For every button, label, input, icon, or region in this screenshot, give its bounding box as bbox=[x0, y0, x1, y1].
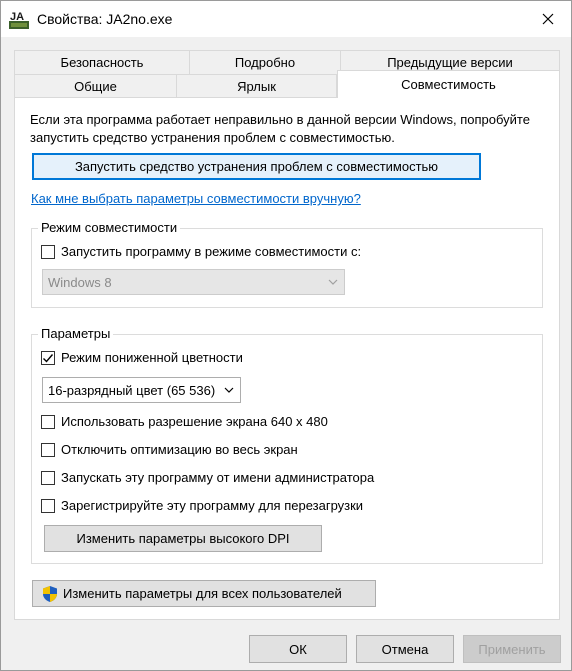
button-label: Применить bbox=[478, 641, 546, 657]
compat-mode-group: Режим совместимости Запустить программу … bbox=[31, 220, 543, 308]
checkbox-label: Запускать эту программу от имени админис… bbox=[61, 470, 375, 485]
manual-settings-link[interactable]: Как мне выбрать параметры совместимости … bbox=[31, 191, 361, 206]
checkbox-label: Отключить оптимизацию во весь экран bbox=[61, 442, 298, 457]
checkbox-label: Режим пониженной цветности bbox=[61, 350, 243, 365]
tab-compatibility[interactable]: Совместимость bbox=[337, 70, 560, 98]
color-depth-select[interactable]: 16-разрядный цвет (65 536) bbox=[42, 377, 241, 403]
checkbox-box[interactable] bbox=[41, 350, 55, 365]
tab-details[interactable]: Подробно bbox=[189, 50, 341, 74]
ok-button[interactable]: ОК bbox=[249, 635, 347, 663]
checkbox-label: Зарегистрируйте эту программу для переза… bbox=[61, 498, 364, 513]
tab-label: Безопасность bbox=[60, 55, 144, 70]
disable-fullscreen-opt-checkbox[interactable]: Отключить оптимизацию во весь экран bbox=[41, 442, 298, 457]
register-restart-checkbox[interactable]: Зарегистрируйте эту программу для переза… bbox=[41, 498, 363, 513]
checkbox-label: Запустить программу в режиме совместимос… bbox=[61, 244, 362, 259]
button-label: Запустить средство устранения проблем с … bbox=[74, 159, 439, 174]
checkbox-box[interactable] bbox=[41, 244, 55, 259]
intro-text: Если эта программа работает неправильно … bbox=[30, 112, 530, 145]
tab-label: Предыдущие версии bbox=[387, 55, 513, 70]
window-title: Свойства: JA2no.exe bbox=[37, 11, 173, 27]
settings-legend: Параметры bbox=[38, 326, 114, 341]
compat-mode-legend: Режим совместимости bbox=[38, 220, 181, 235]
compatibility-panel: Если эта программа работает неправильно … bbox=[14, 97, 560, 620]
apply-button[interactable]: Применить bbox=[463, 635, 561, 663]
tab-label: Совместимость bbox=[401, 77, 496, 92]
tab-security[interactable]: Безопасность bbox=[14, 50, 190, 74]
button-label: Изменить параметры высокого DPI bbox=[76, 531, 290, 546]
run-as-admin-checkbox[interactable]: Запускать эту программу от имени админис… bbox=[41, 470, 374, 485]
app-icon-label: JA bbox=[10, 11, 24, 23]
button-label: Изменить параметры для всех пользователе… bbox=[63, 586, 342, 601]
settings-group: Параметры Режим пониженной цветности 16-… bbox=[31, 326, 543, 564]
select-value: Windows 8 bbox=[48, 274, 112, 290]
button-label: ОК bbox=[289, 641, 307, 657]
properties-window: JA Свойства: JA2no.exe Безопасность Подр… bbox=[0, 0, 572, 671]
res-640-checkbox[interactable]: Использовать разрешение экрана 640 x 480 bbox=[41, 414, 328, 429]
run-troubleshooter-button[interactable]: Запустить средство устранения проблем с … bbox=[32, 153, 481, 180]
compat-os-select[interactable]: Windows 8 bbox=[42, 269, 345, 295]
app-icon: JA bbox=[9, 9, 29, 29]
button-label: Отмена bbox=[381, 641, 429, 657]
tab-label: Общие bbox=[74, 79, 117, 94]
checkbox-box[interactable] bbox=[41, 414, 55, 429]
tab-label: Ярлык bbox=[237, 79, 276, 94]
checkbox-label: Использовать разрешение экрана 640 x 480 bbox=[61, 414, 328, 429]
checkbox-box[interactable] bbox=[41, 498, 55, 513]
all-users-settings-button[interactable]: Изменить параметры для всех пользователе… bbox=[32, 580, 376, 607]
tab-label: Подробно bbox=[234, 55, 296, 70]
reduced-color-checkbox[interactable]: Режим пониженной цветности bbox=[41, 350, 243, 365]
select-value: 16-разрядный цвет (65 536) bbox=[48, 382, 216, 398]
close-button[interactable] bbox=[525, 1, 571, 37]
close-icon bbox=[542, 13, 554, 25]
checkbox-box[interactable] bbox=[41, 470, 55, 485]
tab-shortcut[interactable]: Ярлык bbox=[176, 74, 337, 98]
checkbox-box[interactable] bbox=[41, 442, 55, 457]
checkmark-icon bbox=[43, 353, 54, 363]
cancel-button[interactable]: Отмена bbox=[356, 635, 454, 663]
change-dpi-button[interactable]: Изменить параметры высокого DPI bbox=[44, 525, 322, 552]
tab-general[interactable]: Общие bbox=[14, 74, 177, 98]
chevron-down-icon bbox=[224, 385, 234, 395]
chevron-down-icon bbox=[328, 279, 338, 285]
compat-mode-checkbox[interactable]: Запустить программу в режиме совместимос… bbox=[41, 244, 361, 259]
title-bar: JA Свойства: JA2no.exe bbox=[1, 1, 571, 37]
shield-icon bbox=[43, 585, 57, 602]
